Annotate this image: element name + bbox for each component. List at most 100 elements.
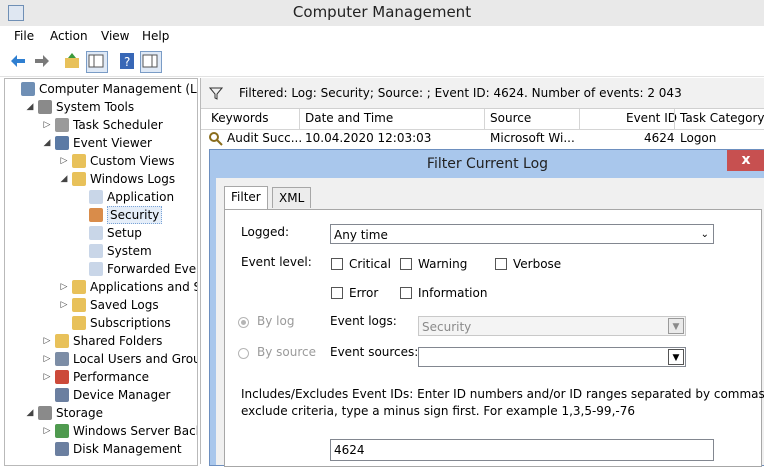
tree-item-label: Subscriptions (90, 316, 171, 330)
close-button[interactable]: x (727, 150, 764, 171)
tree-item[interactable]: Device Manager (41, 386, 170, 404)
help-icon[interactable]: ? (117, 51, 137, 71)
information-label: Information (418, 286, 488, 300)
tree-item-label: Windows Logs (90, 172, 176, 186)
menu-bar: File Action View Help (0, 26, 764, 48)
tree-item[interactable]: ◢ Windows Logs (58, 170, 175, 188)
collapse-toggle-icon[interactable]: ◢ (41, 134, 53, 152)
column-task-category[interactable]: Task Category (680, 111, 764, 125)
svg-text:?: ? (124, 55, 130, 69)
tree-item[interactable]: Subscriptions (58, 314, 171, 332)
log-icon (89, 208, 103, 222)
tree-item[interactable]: Application (75, 188, 174, 206)
log-icon (89, 226, 103, 240)
expand-toggle-icon[interactable]: ▷ (41, 116, 53, 134)
chevron-down-icon: ⌄ (700, 229, 709, 240)
verbose-checkbox[interactable] (495, 258, 507, 270)
information-checkbox[interactable] (400, 287, 412, 299)
menu-action[interactable]: Action (50, 29, 88, 43)
filter-current-log-dialog: Filter Current Log x Filter XML Logged: … (209, 149, 764, 467)
tools-icon (38, 100, 52, 114)
tree-item[interactable]: ◢ Storage (24, 404, 103, 422)
event-logs-value: Security (422, 320, 472, 334)
by-source-radio[interactable] (238, 348, 249, 359)
expand-toggle-icon[interactable]: ▷ (41, 368, 53, 386)
tree-item[interactable]: ▷ Windows Server Backup (41, 422, 197, 440)
column-date-and-time[interactable]: Date and Time (305, 111, 393, 125)
window-title-bar: Computer Management (0, 0, 764, 26)
menu-help[interactable]: Help (142, 29, 169, 43)
folder-icon (72, 280, 86, 294)
tree-item-label: Windows Server Backup (73, 424, 197, 438)
tree-item[interactable]: ◢ Event Viewer (41, 134, 152, 152)
dialog-title: Filter Current Log (426, 156, 549, 172)
error-checkbox[interactable] (331, 287, 343, 299)
critical-label: Critical (349, 257, 391, 271)
expand-toggle-icon[interactable]: ▷ (41, 332, 53, 350)
table-row[interactable]: Audit Succ... 10.04.2020 12:03:03 Micros… (201, 130, 764, 148)
menu-file[interactable]: File (14, 29, 34, 43)
log-icon (89, 244, 103, 258)
tree-item[interactable]: ▷ Task Scheduler (41, 116, 163, 134)
expand-toggle-icon[interactable]: ▷ (58, 278, 70, 296)
log-icon (89, 262, 103, 276)
expand-toggle-icon[interactable]: ▷ (41, 350, 53, 368)
show-hide-console-tree-icon[interactable] (86, 51, 108, 73)
logged-dropdown[interactable]: Any time ⌄ (330, 224, 714, 244)
column-event-id[interactable]: Event ID (626, 111, 677, 125)
event-id-help-text-line1: Includes/Excludes Event IDs: Enter ID nu… (241, 387, 764, 401)
cell-event-id: 4624 (644, 131, 675, 145)
by-log-radio[interactable] (238, 317, 249, 328)
menu-view[interactable]: View (101, 29, 129, 43)
critical-checkbox[interactable] (331, 258, 343, 270)
folder-icon (72, 298, 86, 312)
tree-item-label: Shared Folders (73, 334, 163, 348)
tab-filter[interactable]: Filter (224, 186, 268, 209)
tree-item[interactable]: ◢ System Tools (24, 98, 134, 116)
tree-item-label: Custom Views (90, 154, 175, 168)
clock-icon (55, 118, 69, 132)
collapse-toggle-icon[interactable]: ◢ (24, 98, 36, 116)
tree-item[interactable]: ▷ Custom Views (58, 152, 175, 170)
tree-item[interactable]: ▷ Shared Folders (41, 332, 162, 350)
tree-item[interactable]: Setup (75, 224, 142, 242)
tree-item[interactable]: Computer Management (Local (7, 80, 197, 98)
expand-toggle-icon[interactable]: ▷ (41, 422, 53, 440)
tree-item-label: Performance (73, 370, 150, 384)
console-tree: Computer Management (Local◢System Tools▷… (4, 78, 198, 466)
tree-item[interactable]: Forwarded Event (75, 260, 197, 278)
tree-item[interactable]: ▷ Performance (41, 368, 149, 386)
users-icon (55, 352, 69, 366)
tree-item-label: Application (107, 190, 175, 204)
column-source[interactable]: Source (490, 111, 531, 125)
tab-xml[interactable]: XML (272, 187, 312, 208)
tree-item-label: Event Viewer (73, 136, 152, 150)
event-list-header: Keywords Date and Time Source Event ID T… (201, 109, 764, 130)
back-arrow-icon[interactable] (9, 51, 29, 71)
tree-item-label: Task Scheduler (73, 118, 163, 132)
forward-arrow-icon[interactable] (31, 51, 51, 71)
event-logs-dropdown[interactable]: Security ▼ (418, 316, 686, 336)
tree-item[interactable]: System (75, 242, 152, 260)
warning-checkbox[interactable] (400, 258, 412, 270)
column-keywords[interactable]: Keywords (211, 111, 269, 125)
tree-item[interactable]: Disk Management (41, 440, 182, 458)
tree-item[interactable]: ▷ Applications and Se (58, 278, 198, 296)
cell-keywords: Audit Succ... (227, 131, 303, 145)
collapse-toggle-icon[interactable]: ◢ (24, 404, 36, 422)
collapse-toggle-icon[interactable]: ◢ (58, 170, 70, 188)
performance-icon (55, 370, 69, 384)
event-level-label: Event level: (241, 255, 312, 269)
show-hide-action-pane-icon[interactable] (140, 51, 162, 73)
tree-item-label: Applications and Se (90, 280, 198, 294)
tree-item[interactable]: ▷ Saved Logs (58, 296, 159, 314)
event-ids-input[interactable]: 4624 (330, 439, 714, 461)
expand-toggle-icon[interactable]: ▷ (58, 152, 70, 170)
event-sources-dropdown[interactable]: ▼ (418, 347, 686, 367)
tree-item-label: Setup (107, 226, 142, 240)
tree-item-label: Device Manager (73, 388, 171, 402)
tree-item[interactable]: Security (75, 206, 163, 224)
expand-toggle-icon[interactable]: ▷ (58, 296, 70, 314)
tree-item[interactable]: ▷ Local Users and Groups (41, 350, 197, 368)
up-folder-icon[interactable] (62, 51, 82, 71)
